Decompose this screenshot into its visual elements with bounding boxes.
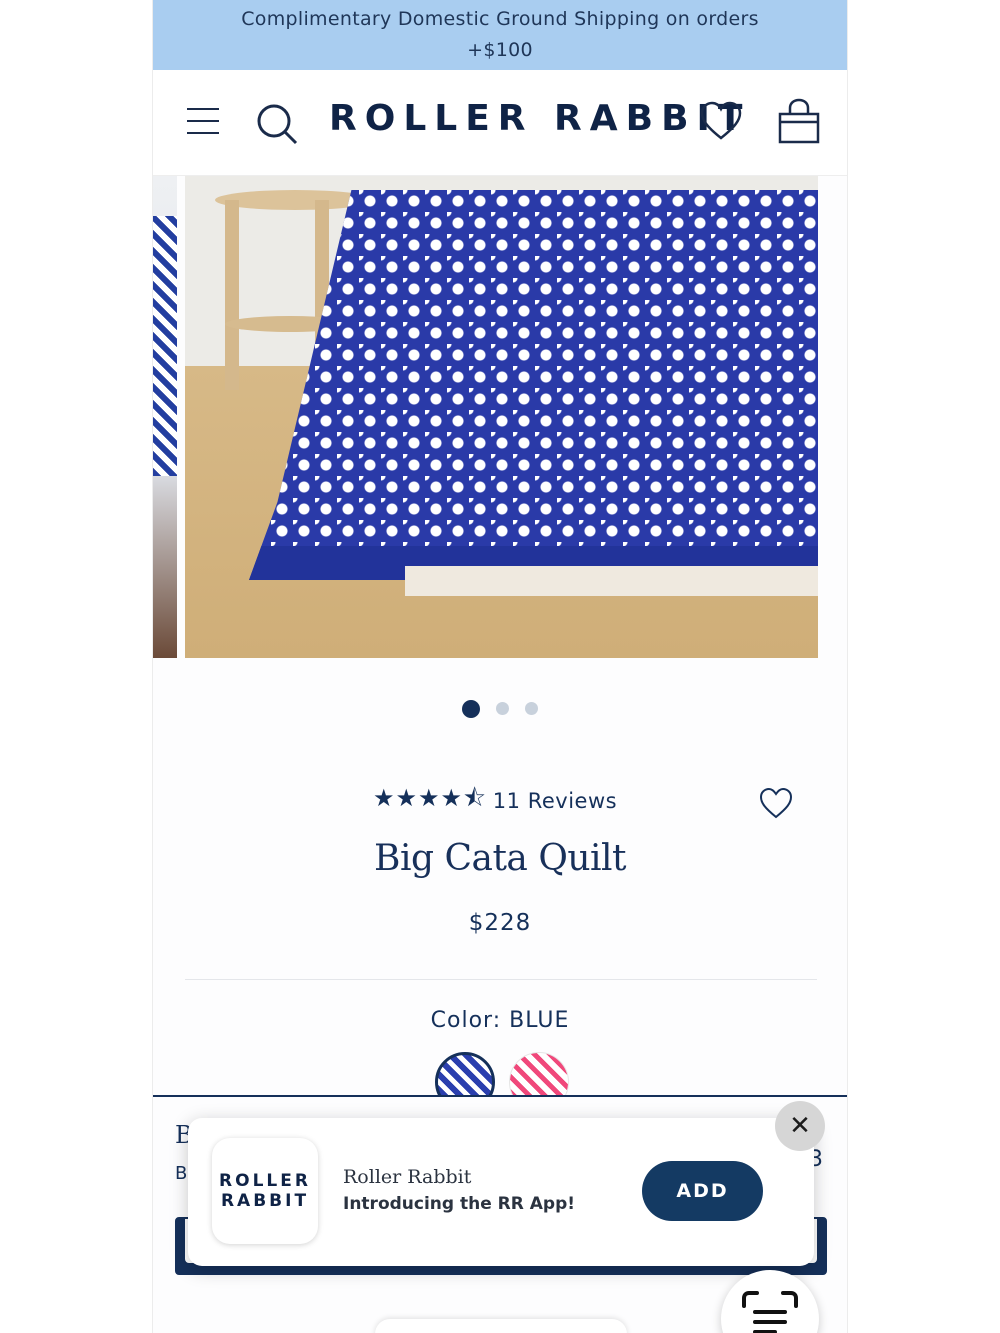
app-icon-text-2: RABBIT bbox=[220, 1191, 310, 1211]
menu-icon[interactable] bbox=[187, 108, 219, 138]
app-name: Roller Rabbit bbox=[343, 1166, 472, 1188]
app-install-banner[interactable]: ROLLER RABBIT Roller Rabbit Introducing … bbox=[188, 1118, 814, 1266]
add-app-button[interactable]: ADD bbox=[642, 1161, 763, 1221]
obscured-pill[interactable] bbox=[375, 1319, 627, 1333]
promo-text-line2: +$100 bbox=[467, 39, 533, 61]
app-description: Introducing the RR App! bbox=[343, 1194, 576, 1214]
product-image-gallery[interactable] bbox=[153, 176, 847, 658]
app-icon-text-1: ROLLER bbox=[219, 1171, 311, 1191]
divider bbox=[185, 979, 817, 980]
color-label: Color: BLUE bbox=[430, 1008, 570, 1033]
app-icon: ROLLER RABBIT bbox=[212, 1138, 318, 1244]
product-rating[interactable]: ★★★★⯪ 11 Reviews bbox=[373, 784, 617, 816]
obscured-text-2: B bbox=[175, 1163, 188, 1184]
quilt-pattern-image bbox=[249, 190, 818, 580]
site-header: ROLLER RABBIT bbox=[153, 70, 847, 176]
reviews-link[interactable]: 11 Reviews bbox=[493, 789, 617, 813]
product-image[interactable] bbox=[185, 176, 818, 658]
shopping-bag-icon[interactable] bbox=[777, 98, 821, 144]
search-icon[interactable] bbox=[255, 102, 299, 146]
promo-banner[interactable]: Complimentary Domestic Ground Shipping o… bbox=[153, 0, 847, 70]
promo-text-line1: Complimentary Domestic Ground Shipping o… bbox=[241, 8, 759, 30]
gallery-dot-2[interactable] bbox=[496, 702, 509, 715]
gallery-pagination bbox=[153, 698, 847, 718]
gallery-dot-3[interactable] bbox=[525, 702, 538, 715]
product-title: Big Cata Quilt bbox=[373, 838, 627, 879]
previous-slide-peek[interactable] bbox=[153, 176, 177, 658]
gallery-dot-1[interactable] bbox=[462, 699, 480, 718]
close-banner-button[interactable]: ✕ bbox=[775, 1101, 825, 1151]
site-logo[interactable]: ROLLER RABBIT bbox=[329, 98, 750, 139]
product-price: $228 bbox=[468, 910, 532, 936]
add-to-wishlist-heart-icon[interactable] bbox=[759, 786, 793, 820]
wishlist-heart-icon[interactable] bbox=[699, 100, 743, 142]
rating-stars-icon: ★★★★⯪ bbox=[373, 783, 487, 812]
